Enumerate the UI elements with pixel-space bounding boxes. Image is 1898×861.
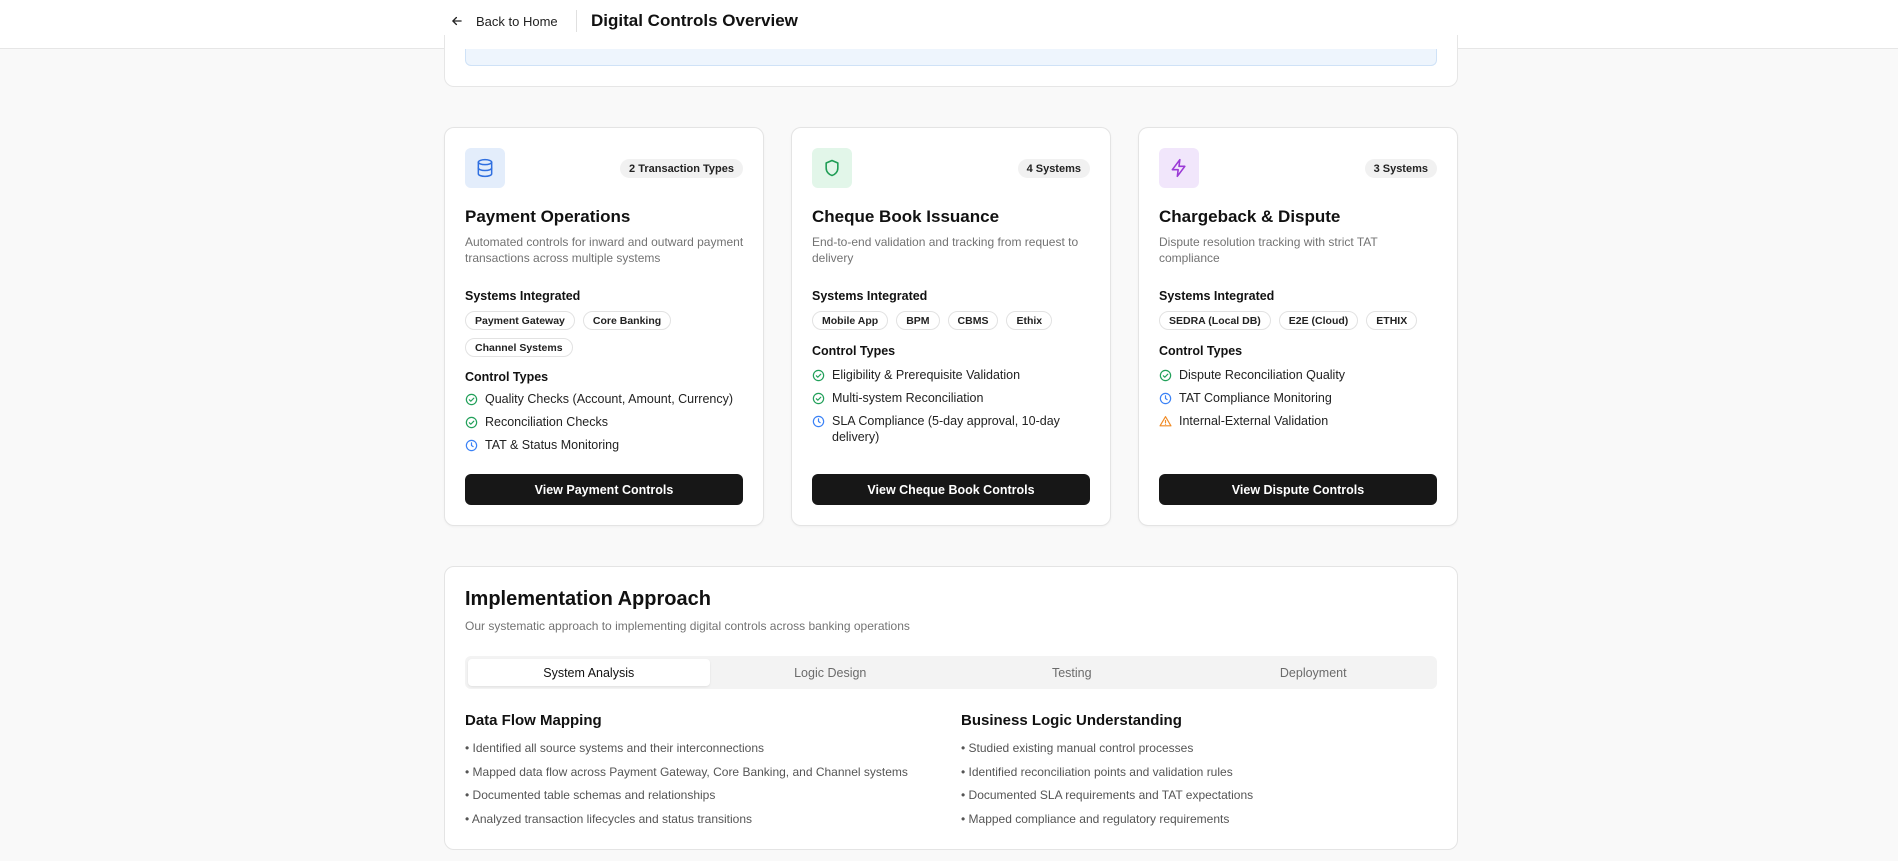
section-subtitle: Our systematic approach to implementing …: [465, 619, 910, 633]
implementation-tabs: System Analysis Logic Design Testing Dep…: [465, 656, 1437, 689]
system-tag: Payment Gateway: [465, 311, 575, 330]
view-cheque-book-controls-button[interactable]: View Cheque Book Controls: [812, 474, 1090, 505]
info-callout: [465, 49, 1437, 66]
info-card: [444, 35, 1458, 87]
arrow-left-icon: [452, 16, 462, 26]
page-title: Digital Controls Overview: [591, 11, 798, 30]
card-icon-wrapper: [465, 148, 505, 188]
card-description: Dispute resolution tracking with strict …: [1159, 235, 1378, 265]
bullet-item: • Analyzed transaction lifecycles and st…: [465, 811, 753, 826]
warning-icon: [1159, 416, 1172, 427]
card-title: Payment Operations: [465, 207, 631, 226]
tab-testing[interactable]: Testing: [951, 659, 1193, 686]
control-types-list: Quality Checks (Account, Amount, Currenc…: [465, 391, 749, 460]
control-types-list: Dispute Reconciliation Quality TAT Compl…: [1159, 367, 1443, 436]
column-title: Business Logic Understanding: [961, 712, 1182, 729]
system-tag: BPM: [896, 311, 940, 330]
control-item: Quality Checks (Account, Amount, Currenc…: [465, 391, 749, 407]
control-item: Multi-system Reconciliation: [812, 390, 1096, 406]
section-title: Implementation Approach: [465, 588, 711, 610]
tab-deployment[interactable]: Deployment: [1193, 659, 1435, 686]
clock-icon: [465, 439, 478, 452]
control-types-label: Control Types: [465, 370, 549, 384]
control-item-label: Internal-External Validation: [1179, 414, 1329, 428]
system-tag: CBMS: [947, 311, 999, 330]
clock-icon: [1159, 392, 1172, 405]
systems-label: Systems Integrated: [812, 289, 928, 303]
business-logic-column: Business Logic Understanding • Studied e…: [961, 712, 1431, 834]
bullet-item: • Documented table schemas and relations…: [465, 788, 716, 802]
control-item: Internal-External Validation: [1159, 413, 1443, 429]
control-item: Reconciliation Checks: [465, 414, 749, 430]
cheque-book-issuance-card: 4 Systems Cheque Book Issuance End-to-en…: [791, 127, 1111, 526]
tab-logic-design[interactable]: Logic Design: [710, 659, 952, 686]
tab-system-analysis[interactable]: System Analysis: [468, 659, 710, 686]
check-circle-icon: [812, 392, 825, 405]
bullet-item: • Studied existing manual control proces…: [961, 741, 1194, 755]
check-circle-icon: [465, 416, 478, 429]
system-tag: SEDRA (Local DB): [1159, 311, 1271, 330]
control-item: SLA Compliance (5-day approval, 10-day d…: [812, 413, 1096, 445]
system-tag: Channel Systems: [465, 338, 573, 357]
control-item-label: Multi-system Reconciliation: [832, 391, 984, 405]
systems-label: Systems Integrated: [1159, 289, 1275, 303]
control-item: TAT & Status Monitoring: [465, 437, 749, 453]
systems-label: Systems Integrated: [465, 289, 581, 303]
shield-icon: [825, 159, 839, 177]
control-item: Dispute Reconciliation Quality: [1159, 367, 1443, 383]
control-item-label: SLA Compliance (5-day approval, 10-day d…: [832, 414, 1060, 444]
control-item-label: Reconciliation Checks: [485, 415, 608, 429]
card-icon-wrapper: [1159, 148, 1199, 188]
payment-operations-card: 2 Transaction Types Payment Operations A…: [444, 127, 764, 526]
count-badge: 2 Transaction Types: [620, 159, 743, 178]
bullet-item: • Documented SLA requirements and TAT ex…: [961, 788, 1254, 802]
control-types-list: Eligibility & Prerequisite Validation Mu…: [812, 367, 1096, 452]
card-description: End-to-end validation and tracking from …: [812, 235, 1079, 265]
control-item: TAT Compliance Monitoring: [1159, 390, 1443, 406]
card-icon-wrapper: [812, 148, 852, 188]
system-tag: ETHIX: [1366, 311, 1418, 330]
bullet-item: • Mapped data flow across Payment Gatewa…: [465, 764, 908, 779]
bullet-item: • Identified reconciliation points and v…: [961, 764, 1233, 779]
control-item-label: TAT Compliance Monitoring: [1179, 391, 1332, 405]
control-types-label: Control Types: [1159, 344, 1243, 358]
card-title: Cheque Book Issuance: [812, 207, 1000, 226]
lightning-icon: [1171, 158, 1186, 178]
clock-icon: [812, 415, 825, 428]
card-description: Automated controls for inward and outwar…: [465, 235, 744, 265]
database-icon: [477, 158, 493, 178]
control-item-label: Dispute Reconciliation Quality: [1179, 368, 1346, 382]
card-title: Chargeback & Dispute: [1159, 207, 1341, 226]
system-tag: Core Banking: [582, 311, 672, 330]
control-types-label: Control Types: [812, 344, 896, 358]
system-tag: E2E (Cloud): [1278, 311, 1359, 330]
back-link-label: Back to Home: [476, 13, 558, 29]
bullet-item: • Mapped compliance and regulatory requi…: [961, 811, 1230, 826]
chargeback-dispute-card: 3 Systems Chargeback & Dispute Dispute r…: [1138, 127, 1458, 526]
header-divider: [576, 10, 577, 32]
count-badge: 4 Systems: [1017, 159, 1090, 178]
count-badge: 3 Systems: [1364, 159, 1437, 178]
data-flow-mapping-column: Data Flow Mapping • Identified all sourc…: [465, 712, 935, 834]
system-tag: Ethix: [1006, 311, 1053, 330]
system-tag: Mobile App: [812, 311, 889, 330]
systems-tags: Payment Gateway Core Banking Channel Sys…: [465, 311, 749, 357]
view-dispute-controls-button[interactable]: View Dispute Controls: [1159, 474, 1437, 505]
systems-tags: SEDRA (Local DB) E2E (Cloud) ETHIX: [1159, 311, 1443, 330]
column-title: Data Flow Mapping: [465, 712, 602, 729]
bullet-item: • Identified all source systems and thei…: [465, 741, 765, 755]
back-to-home-link[interactable]: Back to Home: [450, 11, 558, 31]
control-item-label: Quality Checks (Account, Amount, Currenc…: [485, 392, 734, 406]
control-item: Eligibility & Prerequisite Validation: [812, 367, 1096, 383]
view-payment-controls-button[interactable]: View Payment Controls: [465, 474, 743, 505]
check-circle-icon: [812, 369, 825, 382]
implementation-approach-card: Implementation Approach Our systematic a…: [444, 566, 1458, 850]
check-circle-icon: [465, 393, 478, 406]
control-item-label: TAT & Status Monitoring: [485, 438, 620, 452]
systems-tags: Mobile App BPM CBMS Ethix: [812, 311, 1096, 330]
check-circle-icon: [1159, 369, 1172, 382]
control-item-label: Eligibility & Prerequisite Validation: [832, 368, 1021, 382]
